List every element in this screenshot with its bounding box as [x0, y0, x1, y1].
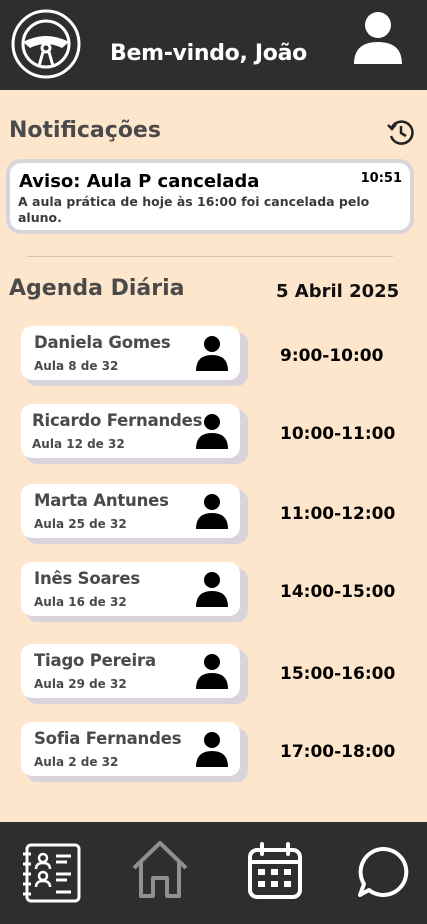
student-icon: [196, 572, 228, 607]
student-list-icon[interactable]: [21, 842, 83, 904]
student-lesson: Aula 16 de 32: [34, 595, 127, 609]
student-name: Sofia Fernandes: [34, 729, 182, 748]
notification-body: A aula prática de hoje às 16:00 foi canc…: [18, 194, 370, 225]
student-card[interactable]: Marta Antunes Aula 25 de 32: [21, 484, 240, 538]
agenda-entry: Sofia Fernandes Aula 2 de 32 17:00-18:00: [0, 722, 427, 782]
student-name: Marta Antunes: [34, 491, 169, 510]
student-card[interactable]: Inês Soares Aula 16 de 32: [21, 562, 240, 616]
lesson-time: 14:00-15:00: [280, 582, 396, 602]
user-icon[interactable]: [352, 10, 404, 66]
student-lesson: Aula 12 de 32: [32, 437, 125, 451]
student-card[interactable]: Daniela Gomes Aula 8 de 32: [21, 326, 240, 380]
student-lesson: Aula 2 de 32: [34, 755, 119, 769]
agenda-entry: Inês Soares Aula 16 de 32 14:00-15:00: [0, 562, 427, 622]
student-name: Inês Soares: [34, 569, 140, 588]
notifications-title: Notificações: [9, 118, 161, 143]
agenda-title: Agenda Diária: [9, 276, 185, 301]
student-icon: [196, 414, 228, 449]
calendar-icon[interactable]: [247, 842, 303, 900]
notification-card[interactable]: Aviso: Aula P cancelada 10:51 A aula prá…: [10, 163, 410, 230]
agenda-entry: Marta Antunes Aula 25 de 32 11:00-12:00: [0, 484, 427, 544]
lesson-time: 11:00-12:00: [280, 504, 396, 524]
app-header: Bem-vindo, João: [0, 0, 427, 90]
student-card[interactable]: Tiago Pereira Aula 29 de 32: [21, 644, 240, 698]
student-icon: [196, 494, 228, 529]
agenda-entry: Tiago Pereira Aula 29 de 32 15:00-16:00: [0, 644, 427, 704]
lesson-time: 15:00-16:00: [280, 664, 396, 684]
student-name: Tiago Pereira: [34, 651, 156, 670]
student-card[interactable]: Ricardo Fernandes Aula 12 de 32: [21, 404, 240, 458]
agenda-entry: Ricardo Fernandes Aula 12 de 32 10:00-11…: [0, 404, 427, 464]
student-lesson: Aula 25 de 32: [34, 517, 127, 531]
student-lesson: Aula 8 de 32: [34, 359, 119, 373]
notification-time: 10:51: [360, 171, 402, 186]
bottom-nav: [0, 822, 427, 924]
student-lesson: Aula 29 de 32: [34, 677, 127, 691]
student-icon: [196, 732, 228, 767]
welcome-title: Bem-vindo, João: [110, 41, 307, 66]
lesson-time: 10:00-11:00: [280, 424, 396, 444]
student-icon: [196, 654, 228, 689]
home-icon[interactable]: [129, 838, 191, 900]
student-name: Daniela Gomes: [34, 333, 171, 352]
student-icon: [196, 336, 228, 371]
student-card[interactable]: Sofia Fernandes Aula 2 de 32: [21, 722, 240, 776]
divider: [27, 256, 393, 257]
lesson-time: 17:00-18:00: [280, 742, 396, 762]
history-icon[interactable]: [386, 117, 416, 147]
lesson-time: 9:00-10:00: [280, 346, 384, 366]
agenda-date: 5 Abril 2025: [276, 281, 400, 302]
notification-title: Aviso: Aula P cancelada: [19, 171, 260, 192]
student-name: Ricardo Fernandes: [32, 411, 203, 430]
agenda-entry: Daniela Gomes Aula 8 de 32 9:00-10:00: [0, 326, 427, 386]
chat-icon[interactable]: [357, 846, 409, 898]
steering-wheel-icon[interactable]: [10, 8, 82, 80]
